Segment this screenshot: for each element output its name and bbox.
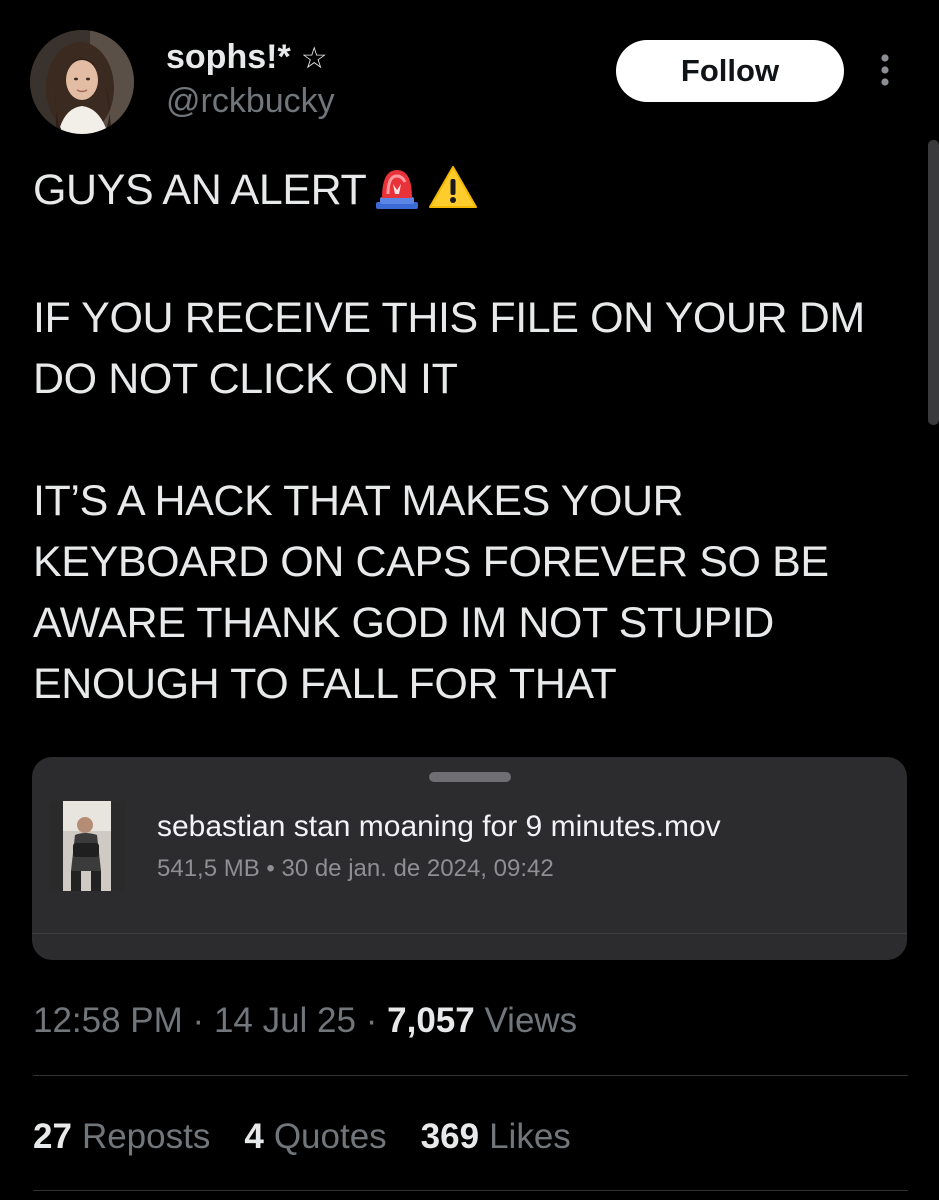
likes-count: 369	[420, 1117, 480, 1156]
card-divider	[32, 933, 907, 934]
scrollbar[interactable]	[928, 140, 939, 425]
file-name: sebastian stan moaning for 9 minutes.mov	[157, 810, 721, 843]
author-handle[interactable]: @rckbucky	[166, 84, 335, 118]
quotes-label: Quotes	[273, 1117, 387, 1156]
tweet-paragraph-2: IT’S A HACK THAT MAKES YOUR KEYBOARD ON …	[33, 477, 829, 708]
tweet-timestamp-views: 12:58 PM · 14 Jul 25 · 7,057 Views	[33, 1001, 577, 1041]
tweet-paragraph-1: IF YOU RECEIVE THIS FILE ON YOUR DM DO N…	[33, 294, 865, 403]
views-label: Views	[484, 1001, 578, 1040]
file-meta: 541,5 MB • 30 de jan. de 2024, 09:42	[157, 855, 554, 882]
quotes-stat[interactable]: 4 Quotes	[244, 1117, 386, 1157]
meta-separator: ·	[192, 1001, 205, 1040]
quotes-count: 4	[244, 1117, 264, 1156]
warning-icon	[428, 164, 478, 227]
sheet-handle	[429, 772, 511, 782]
tweet-text: GUYS AN ALERT IF YOU RECEIVE THIS FILE O…	[33, 160, 913, 715]
follow-button[interactable]: Follow	[616, 40, 844, 102]
likes-label: Likes	[489, 1117, 571, 1156]
tweet-time[interactable]: 12:58 PM	[33, 1001, 183, 1040]
tweet-heading: GUYS AN ALERT	[33, 166, 367, 214]
tweet-date[interactable]: 14 Jul 25	[214, 1001, 356, 1040]
author-display-name[interactable]: sophs!* ☆	[166, 40, 328, 74]
meta-separator: ·	[365, 1001, 378, 1040]
reposts-count: 27	[33, 1117, 72, 1156]
likes-stat[interactable]: 369 Likes	[421, 1117, 571, 1157]
police-car-light-icon	[372, 164, 422, 227]
avatar[interactable]	[30, 30, 134, 134]
engagement-stats: 27 Reposts 4 Quotes 369 Likes	[33, 1117, 571, 1157]
star-symbol: ☆	[300, 42, 328, 75]
file-thumbnail	[49, 801, 125, 891]
divider	[33, 1190, 908, 1191]
divider	[33, 1075, 908, 1076]
reposts-stat[interactable]: 27 Reposts	[33, 1117, 210, 1157]
avatar-image	[30, 30, 134, 134]
file-attachment-card[interactable]: sebastian stan moaning for 9 minutes.mov…	[32, 757, 907, 960]
reposts-label: Reposts	[81, 1117, 211, 1156]
more-options-icon[interactable]	[868, 50, 902, 90]
display-name-text: sophs!*	[166, 38, 291, 76]
views-count: 7,057	[387, 1001, 475, 1040]
